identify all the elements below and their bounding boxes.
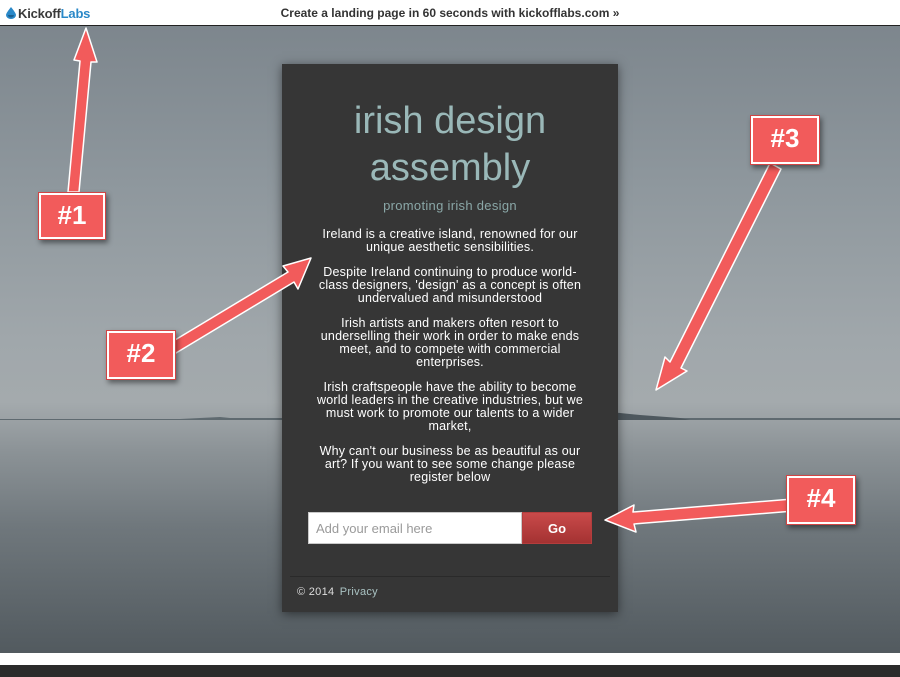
title-line-2: assembly: [369, 147, 531, 189]
annotation-badge-1: #1: [38, 192, 106, 240]
landing-card: irish design assembly promoting irish de…: [282, 64, 618, 612]
annotation-badge-2: #2: [106, 330, 176, 380]
tagline: promoting irish design: [383, 198, 517, 213]
bottom-strip: [0, 653, 900, 665]
promo-link[interactable]: Create a landing page in 60 seconds with…: [281, 6, 620, 20]
bottom-dark-bar: [0, 665, 900, 677]
paragraph-1: Ireland is a creative island, renowned f…: [322, 227, 578, 254]
paragraph-5: Why can't our business be as beautiful a…: [319, 444, 581, 484]
footer-divider: [290, 576, 610, 577]
annotation-badge-3: #3: [750, 115, 820, 165]
paragraph-3: Irish artists and makers often resort to…: [320, 316, 580, 369]
email-field[interactable]: [308, 512, 522, 544]
go-button[interactable]: Go: [522, 512, 592, 544]
card-footer: © 2014 Privacy: [297, 586, 378, 598]
description: Ireland is a creative island, renowned f…: [310, 228, 590, 496]
paragraph-4: Irish craftspeople have the ability to b…: [317, 380, 583, 433]
privacy-link[interactable]: Privacy: [340, 586, 378, 598]
signup-form: Go: [308, 512, 592, 544]
title-line-1: irish design: [353, 100, 547, 142]
copyright-text: © 2014: [297, 586, 335, 598]
annotation-badge-4: #4: [786, 475, 856, 525]
top-bar: KickoffLabs Create a landing page in 60 …: [0, 0, 900, 26]
page-title: irish design assembly: [282, 98, 618, 192]
paragraph-2: Despite Ireland continuing to produce wo…: [318, 265, 582, 305]
promo-banner: Create a landing page in 60 seconds with…: [0, 6, 900, 20]
